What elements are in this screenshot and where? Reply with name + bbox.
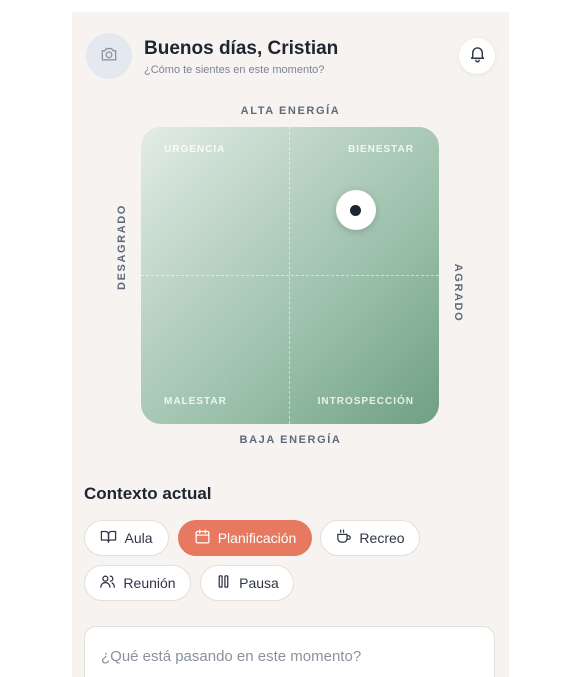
coffee-icon — [335, 528, 352, 548]
axis-label-unpleasant: DESAGRADO — [116, 204, 128, 290]
situation-input[interactable]: ¿Qué está pasando en este momento? — [84, 626, 495, 677]
quadrant-label-bienestar: BIENESTAR — [347, 144, 414, 155]
context-section-title: Contexto actual — [84, 484, 212, 503]
mood-selection-marker[interactable] — [335, 190, 376, 231]
chip-label: Pausa — [239, 575, 279, 591]
axis-label-low-energy: BAJA ENERGÍA — [239, 434, 342, 446]
marker-dot — [350, 204, 362, 216]
avatar[interactable] — [86, 33, 132, 79]
mood-grid[interactable]: URGENCIA BIENESTAR MALESTAR INTROSPECCIÓ… — [141, 127, 439, 424]
chip-label: Aula — [124, 530, 153, 546]
greeting-subtitle: ¿Cómo te sientes en este momento? — [144, 64, 325, 76]
quadrant-label-malestar: MALESTAR — [164, 396, 227, 407]
chip-recreo[interactable]: Recreo — [320, 520, 420, 556]
quadrant-label-introspeccion: INTROSPECCIÓN — [317, 396, 414, 407]
bell-icon — [468, 44, 487, 68]
book-icon — [100, 528, 117, 548]
chip-reunion[interactable]: Reunión — [84, 565, 191, 601]
quadrant-label-urgencia: URGENCIA — [164, 144, 226, 155]
axis-label-high-energy: ALTA ENERGÍA — [240, 105, 341, 117]
chip-label: Recreo — [359, 530, 405, 546]
chip-label: Reunión — [123, 575, 176, 591]
greeting-title: Buenos días, Cristian — [144, 38, 339, 59]
grid-divider-horizontal — [141, 275, 439, 276]
pause-icon — [215, 573, 232, 593]
chip-label: Planificación — [217, 530, 297, 546]
camera-icon — [99, 44, 119, 69]
app-screen: Buenos días, Cristian ¿Cómo te sientes e… — [72, 12, 509, 677]
chip-planificacion[interactable]: Planificación — [178, 520, 312, 556]
users-icon — [99, 573, 116, 593]
notifications-button[interactable] — [459, 38, 495, 74]
axis-label-pleasant: AGRADO — [452, 263, 464, 323]
chip-pausa[interactable]: Pausa — [200, 565, 294, 601]
calendar-icon — [194, 528, 211, 548]
chip-aula[interactable]: Aula — [84, 520, 169, 556]
